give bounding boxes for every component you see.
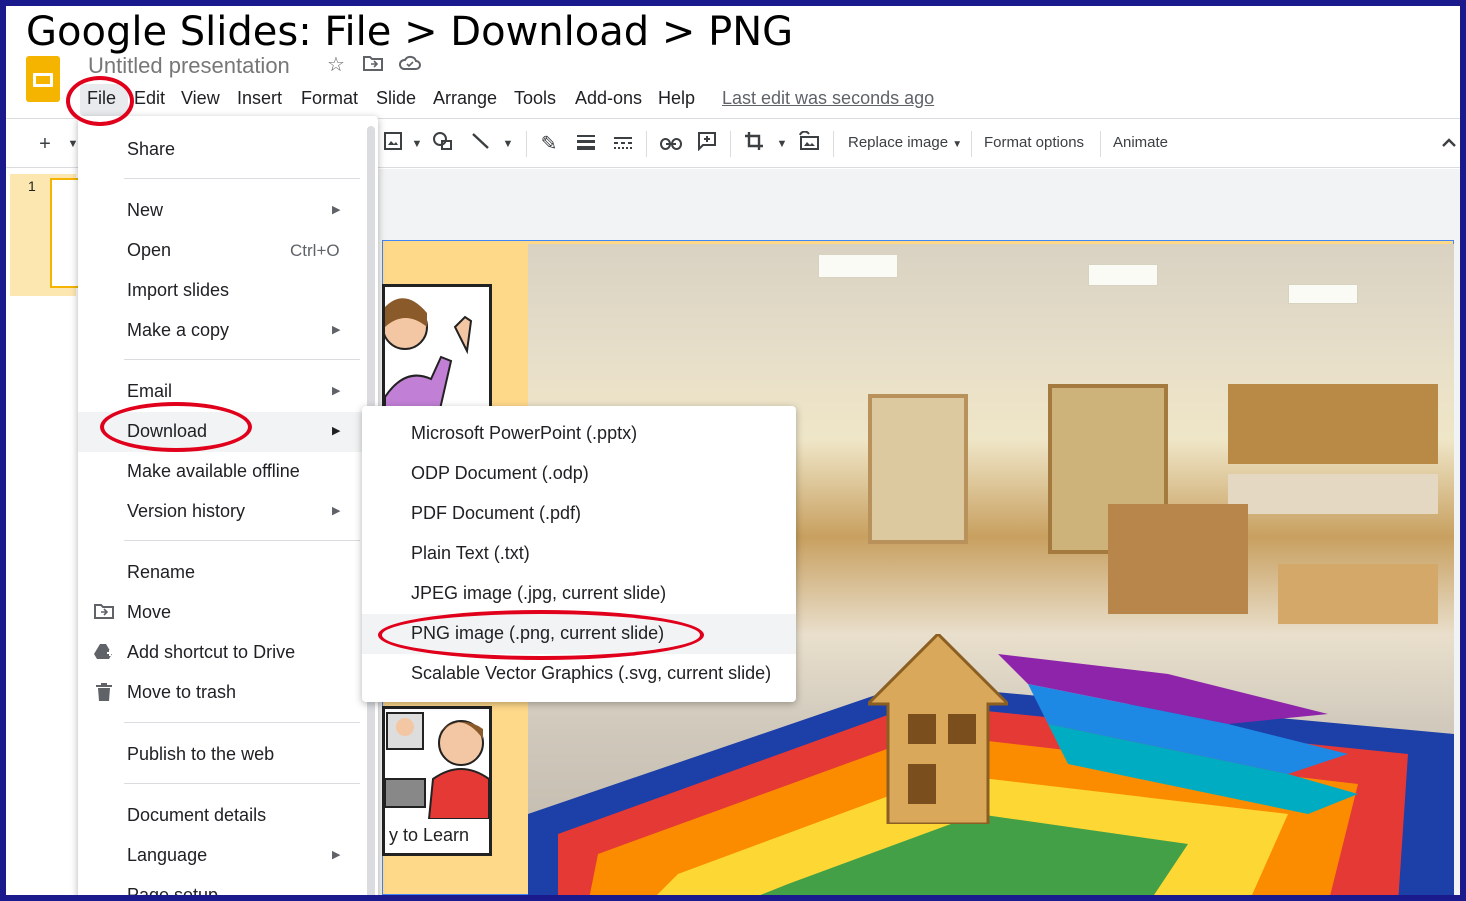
file-menu-version-history[interactable]: Version history ▶ bbox=[78, 492, 368, 532]
submenu-arrow-icon: ▶ bbox=[332, 849, 341, 861]
dollhouse-graphic bbox=[868, 634, 1008, 824]
submenu-arrow-icon: ▶ bbox=[332, 385, 341, 397]
animate-button[interactable]: Animate bbox=[1113, 134, 1168, 151]
collapse-toolbar-icon[interactable] bbox=[1436, 131, 1460, 157]
download-txt[interactable]: Plain Text (.txt) bbox=[362, 534, 796, 574]
file-menu-email[interactable]: Email ▶ bbox=[78, 372, 368, 412]
picture-card-bottom[interactable]: y to Learn bbox=[382, 706, 492, 856]
border-dash-icon[interactable] bbox=[610, 131, 636, 157]
format-options-button[interactable]: Format options bbox=[984, 134, 1084, 151]
image-icon[interactable] bbox=[380, 131, 406, 157]
download-jpg[interactable]: JPEG image (.jpg, current slide) bbox=[362, 574, 796, 614]
file-menu-make-copy[interactable]: Make a copy ▶ bbox=[78, 311, 368, 351]
new-slide-icon[interactable]: + bbox=[32, 131, 58, 157]
submenu-arrow-icon: ▶ bbox=[332, 505, 341, 517]
last-edit-link[interactable]: Last edit was seconds ago bbox=[722, 88, 934, 109]
file-menu-page-setup[interactable]: Page setup bbox=[78, 876, 368, 895]
menu-tools[interactable]: Tools bbox=[514, 88, 556, 109]
annotation-ring-png bbox=[378, 610, 704, 660]
comment-icon[interactable] bbox=[694, 131, 720, 157]
trash-icon bbox=[93, 683, 115, 703]
file-menu-publish[interactable]: Publish to the web bbox=[78, 735, 368, 775]
download-odp[interactable]: ODP Document (.odp) bbox=[362, 454, 796, 494]
file-menu-make-offline[interactable]: Make available offline bbox=[78, 452, 368, 492]
card-caption: y to Learn bbox=[389, 825, 470, 845]
menu-edit[interactable]: Edit bbox=[134, 88, 165, 109]
submenu-arrow-icon: ▶ bbox=[332, 204, 341, 216]
menu-add-ons[interactable]: Add-ons bbox=[575, 88, 642, 109]
page-title: Google Slides: File > Download > PNG bbox=[26, 9, 794, 55]
annotation-ring-file bbox=[66, 76, 134, 126]
slides-logo-icon[interactable] bbox=[26, 56, 60, 102]
submenu-arrow-icon: ▶ bbox=[332, 324, 341, 336]
screenshot-frame: Google Slides: File > Download > PNG Unt… bbox=[6, 6, 1460, 895]
move-to-folder-icon[interactable] bbox=[362, 54, 384, 76]
file-menu-share[interactable]: Share bbox=[78, 130, 368, 170]
download-pdf[interactable]: PDF Document (.pdf) bbox=[362, 494, 796, 534]
replace-image-button[interactable]: Replace image ▼ bbox=[848, 134, 962, 151]
cloud-status-icon[interactable] bbox=[398, 54, 421, 76]
menu-arrange[interactable]: Arrange bbox=[433, 88, 497, 109]
file-menu-add-shortcut[interactable]: Add shortcut to Drive bbox=[78, 633, 368, 673]
menu-insert[interactable]: Insert bbox=[237, 88, 282, 109]
file-menu-language[interactable]: Language ▶ bbox=[78, 836, 368, 876]
reset-image-icon[interactable] bbox=[796, 130, 822, 157]
border-color-icon[interactable]: ✎ bbox=[536, 131, 562, 157]
move-folder-icon bbox=[93, 603, 115, 623]
menu-help[interactable]: Help bbox=[658, 88, 695, 109]
drive-shortcut-icon bbox=[93, 643, 115, 663]
download-pptx[interactable]: Microsoft PowerPoint (.pptx) bbox=[362, 414, 796, 454]
annotation-ring-download bbox=[100, 402, 252, 452]
file-menu-move-to-trash[interactable]: Move to trash bbox=[78, 673, 368, 713]
submenu-arrow-icon: ▶ bbox=[332, 425, 341, 437]
line-dropdown-icon[interactable]: ▼ bbox=[495, 131, 521, 157]
menu-slide[interactable]: Slide bbox=[376, 88, 416, 109]
document-title[interactable]: Untitled presentation bbox=[88, 53, 290, 79]
file-menu: Share New ▶ Open Ctrl+O Import slides Make… bbox=[78, 116, 378, 895]
file-menu-import-slides[interactable]: Import slides bbox=[78, 271, 368, 311]
menu-view[interactable]: View bbox=[181, 88, 220, 109]
line-icon[interactable] bbox=[468, 131, 494, 157]
file-menu-rename[interactable]: Rename bbox=[78, 553, 368, 593]
shape-icon[interactable] bbox=[430, 131, 456, 157]
file-menu-open[interactable]: Open Ctrl+O bbox=[78, 231, 368, 271]
link-icon[interactable] bbox=[658, 131, 684, 157]
file-menu-move[interactable]: Move bbox=[78, 593, 368, 633]
crop-icon[interactable] bbox=[741, 131, 767, 157]
star-icon[interactable]: ☆ bbox=[325, 54, 347, 76]
border-weight-icon[interactable] bbox=[573, 131, 599, 157]
menu-format[interactable]: Format bbox=[301, 88, 358, 109]
slide-number: 1 bbox=[28, 178, 36, 194]
crop-dropdown-icon[interactable]: ▼ bbox=[769, 131, 795, 157]
file-menu-new[interactable]: New ▶ bbox=[78, 191, 368, 231]
download-svg[interactable]: Scalable Vector Graphics (.svg, current … bbox=[362, 654, 796, 694]
file-menu-document-details[interactable]: Document details bbox=[78, 796, 368, 836]
image-dropdown-icon[interactable]: ▼ bbox=[404, 131, 430, 157]
slide-thumbnail[interactable] bbox=[50, 178, 80, 288]
